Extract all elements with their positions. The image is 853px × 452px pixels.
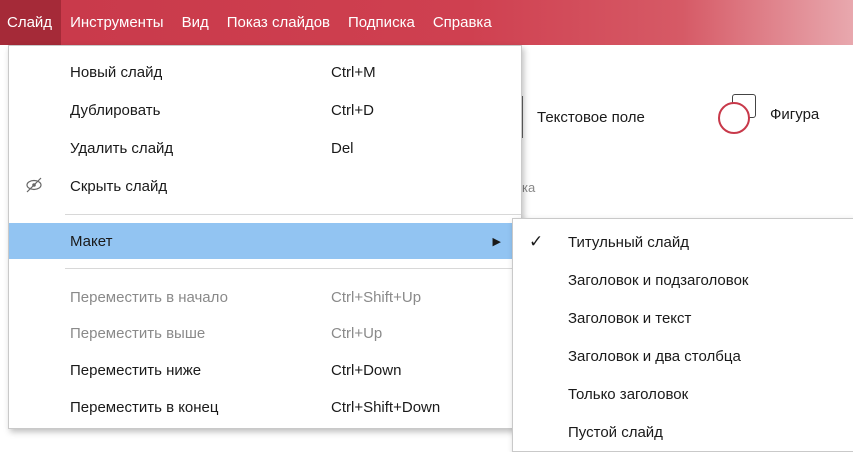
menu-item-label: Переместить ниже xyxy=(70,361,202,379)
menu-item-layout[interactable]: Макет ▶ xyxy=(9,223,521,259)
hide-eye-icon xyxy=(24,176,44,199)
menu-item-move-down[interactable]: Переместить ниже Ctrl+Down xyxy=(9,352,521,388)
menu-item-shortcut: Ctrl+Up xyxy=(331,324,383,342)
layout-item-label: Заголовок и два столбца xyxy=(568,347,741,365)
layout-item-label: Только заголовок xyxy=(568,385,689,403)
text-field-button[interactable]: Текстовое поле xyxy=(512,96,645,138)
layout-item-title-text[interactable]: Заголовок и текст xyxy=(513,299,853,337)
menu-item-new-slide[interactable]: Новый слайд Ctrl+M xyxy=(9,54,521,90)
text-field-label: Текстовое поле xyxy=(537,108,645,126)
menu-item-shortcut: Ctrl+M xyxy=(331,63,376,81)
ribbon-group-label: ка xyxy=(522,180,536,195)
menu-item-label: Скрыть слайд xyxy=(70,177,168,195)
menu-item-shortcut: Ctrl+Shift+Up xyxy=(331,288,422,306)
menu-item-label: Удалить слайд xyxy=(70,139,174,157)
menu-bar: Слайд Инструменты Вид Показ слайдов Подп… xyxy=(0,0,853,45)
figure-label: Фигура xyxy=(770,105,820,123)
menu-item-move-up[interactable]: Переместить выше Ctrl+Up xyxy=(9,315,521,351)
layout-item-label: Титульный слайд xyxy=(568,233,689,251)
menu-item-shortcut: Del xyxy=(331,139,354,157)
layout-item-title-slide[interactable]: ✓ Титульный слайд xyxy=(513,223,853,261)
menu-item-delete-slide[interactable]: Удалить слайд Del xyxy=(9,130,521,166)
menu-slideshow[interactable]: Показ слайдов xyxy=(218,0,339,45)
menu-item-label: Переместить в конец xyxy=(70,398,219,416)
menu-item-label: Дублировать xyxy=(70,101,161,119)
menu-item-shortcut: Ctrl+D xyxy=(331,101,374,119)
layout-item-title-two-columns[interactable]: Заголовок и два столбца xyxy=(513,337,853,375)
menu-help[interactable]: Справка xyxy=(424,0,501,45)
figure-button[interactable]: Фигура xyxy=(718,94,819,134)
checkmark-icon: ✓ xyxy=(529,232,544,251)
menu-item-move-to-end[interactable]: Переместить в конец Ctrl+Shift+Down xyxy=(9,389,521,425)
menu-slide[interactable]: Слайд xyxy=(0,0,62,45)
submenu-arrow-icon: ▶ xyxy=(492,235,501,248)
menu-separator xyxy=(65,214,521,215)
menu-item-move-to-start[interactable]: Переместить в начало Ctrl+Shift+Up xyxy=(9,279,521,315)
menu-item-duplicate[interactable]: Дублировать Ctrl+D xyxy=(9,92,521,128)
layout-submenu: ✓ Титульный слайд Заголовок и подзаголов… xyxy=(512,218,853,452)
menu-separator xyxy=(65,268,521,269)
menu-item-label: Макет xyxy=(70,232,113,250)
layout-item-label: Заголовок и текст xyxy=(568,309,692,327)
menu-item-label: Переместить выше xyxy=(70,324,206,342)
slide-menu: Новый слайд Ctrl+M Дублировать Ctrl+D Уд… xyxy=(8,45,522,429)
layout-item-blank-slide[interactable]: Пустой слайд xyxy=(513,413,853,451)
menu-item-shortcut: Ctrl+Down xyxy=(331,361,402,379)
layout-item-title-only[interactable]: Только заголовок xyxy=(513,375,853,413)
menu-view[interactable]: Вид xyxy=(173,0,218,45)
menu-item-label: Переместить в начало xyxy=(70,288,228,306)
menu-item-shortcut: Ctrl+Shift+Down xyxy=(331,398,441,416)
layout-item-label: Заголовок и подзаголовок xyxy=(568,271,749,289)
layout-item-title-subtitle[interactable]: Заголовок и подзаголовок xyxy=(513,261,853,299)
menu-tools[interactable]: Инструменты xyxy=(61,0,173,45)
menu-item-label: Новый слайд xyxy=(70,63,163,81)
menu-subscription[interactable]: Подписка xyxy=(339,0,424,45)
layout-item-label: Пустой слайд xyxy=(568,423,663,441)
shape-icon xyxy=(718,94,756,134)
menu-item-hide-slide[interactable]: Скрыть слайд xyxy=(9,168,521,204)
